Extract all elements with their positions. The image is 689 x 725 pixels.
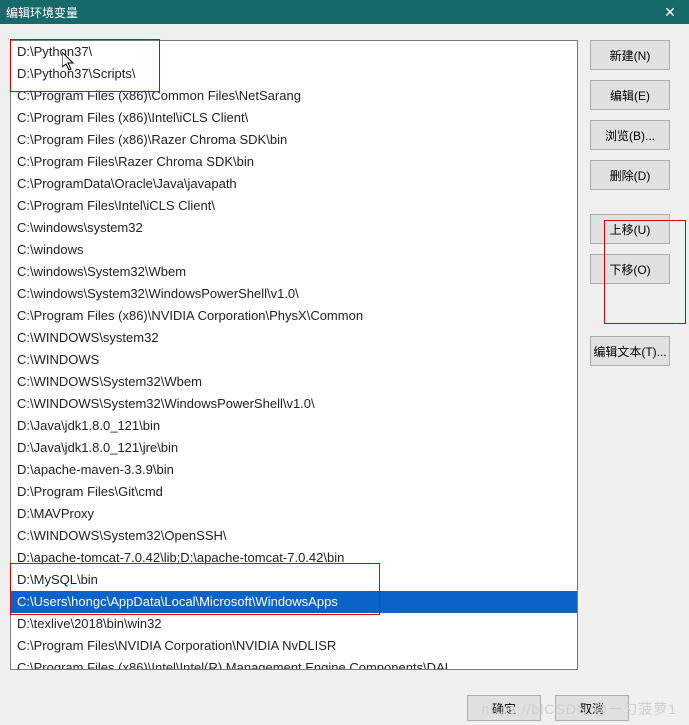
- list-item[interactable]: D:\Java\jdk1.8.0_121\jre\bin: [11, 437, 577, 459]
- cancel-button[interactable]: 取消: [555, 695, 629, 721]
- list-item[interactable]: D:\apache-tomcat-7.0.42\lib;D:\apache-to…: [11, 547, 577, 569]
- list-item[interactable]: C:\WINDOWS\System32\OpenSSH\: [11, 525, 577, 547]
- list-item[interactable]: C:\windows\system32: [11, 217, 577, 239]
- list-item[interactable]: C:\Program Files\Intel\iCLS Client\: [11, 195, 577, 217]
- list-item[interactable]: C:\ProgramData\Oracle\Java\javapath: [11, 173, 577, 195]
- list-item[interactable]: D:\MAVProxy: [11, 503, 577, 525]
- move-down-button[interactable]: 下移(O): [590, 254, 670, 284]
- list-item[interactable]: C:\windows\System32\WindowsPowerShell\v1…: [11, 283, 577, 305]
- footer-buttons: 确定 取消: [467, 695, 629, 721]
- close-icon[interactable]: ✕: [657, 4, 683, 21]
- list-item[interactable]: C:\Program Files (x86)\Intel\Intel(R) Ma…: [11, 657, 577, 670]
- list-item[interactable]: C:\WINDOWS\System32\Wbem: [11, 371, 577, 393]
- list-item[interactable]: C:\Program Files (x86)\NVIDIA Corporatio…: [11, 305, 577, 327]
- list-item[interactable]: D:\Python37\: [11, 41, 577, 63]
- move-up-button[interactable]: 上移(U): [590, 214, 670, 244]
- list-item[interactable]: C:\WINDOWS\system32: [11, 327, 577, 349]
- list-item[interactable]: C:\Program Files\NVIDIA Corporation\NVID…: [11, 635, 577, 657]
- window-title: 编辑环境变量: [6, 4, 657, 21]
- list-item[interactable]: C:\Program Files\Razer Chroma SDK\bin: [11, 151, 577, 173]
- list-item[interactable]: D:\MySQL\bin: [11, 569, 577, 591]
- delete-button[interactable]: 删除(D): [590, 160, 670, 190]
- list-item[interactable]: C:\Users\hongc\AppData\Local\Microsoft\W…: [11, 591, 577, 613]
- new-button[interactable]: 新建(N): [590, 40, 670, 70]
- list-item[interactable]: D:\apache-maven-3.3.9\bin: [11, 459, 577, 481]
- path-listbox[interactable]: D:\Python37\D:\Python37\Scripts\C:\Progr…: [10, 40, 578, 670]
- list-item[interactable]: C:\Program Files (x86)\Razer Chroma SDK\…: [11, 129, 577, 151]
- list-item[interactable]: D:\Python37\Scripts\: [11, 63, 577, 85]
- dialog-content: D:\Python37\D:\Python37\Scripts\C:\Progr…: [0, 24, 689, 725]
- edit-button[interactable]: 编辑(E): [590, 80, 670, 110]
- list-item[interactable]: C:\windows: [11, 239, 577, 261]
- button-column: 新建(N) 编辑(E) 浏览(B)... 删除(D) 上移(U) 下移(O) 编…: [590, 40, 670, 717]
- list-item[interactable]: D:\texlive\2018\bin\win32: [11, 613, 577, 635]
- list-item[interactable]: D:\Java\jdk1.8.0_121\bin: [11, 415, 577, 437]
- ok-button[interactable]: 确定: [467, 695, 541, 721]
- edit-text-button[interactable]: 编辑文本(T)...: [590, 336, 670, 366]
- list-wrap: D:\Python37\D:\Python37\Scripts\C:\Progr…: [10, 40, 578, 717]
- list-item[interactable]: C:\WINDOWS: [11, 349, 577, 371]
- list-item[interactable]: C:\Program Files (x86)\Intel\iCLS Client…: [11, 107, 577, 129]
- browse-button[interactable]: 浏览(B)...: [590, 120, 670, 150]
- titlebar: 编辑环境变量 ✕: [0, 0, 689, 24]
- list-item[interactable]: C:\WINDOWS\System32\WindowsPowerShell\v1…: [11, 393, 577, 415]
- list-item[interactable]: C:\Program Files (x86)\Common Files\NetS…: [11, 85, 577, 107]
- list-item[interactable]: C:\windows\System32\Wbem: [11, 261, 577, 283]
- list-item[interactable]: D:\Program Files\Git\cmd: [11, 481, 577, 503]
